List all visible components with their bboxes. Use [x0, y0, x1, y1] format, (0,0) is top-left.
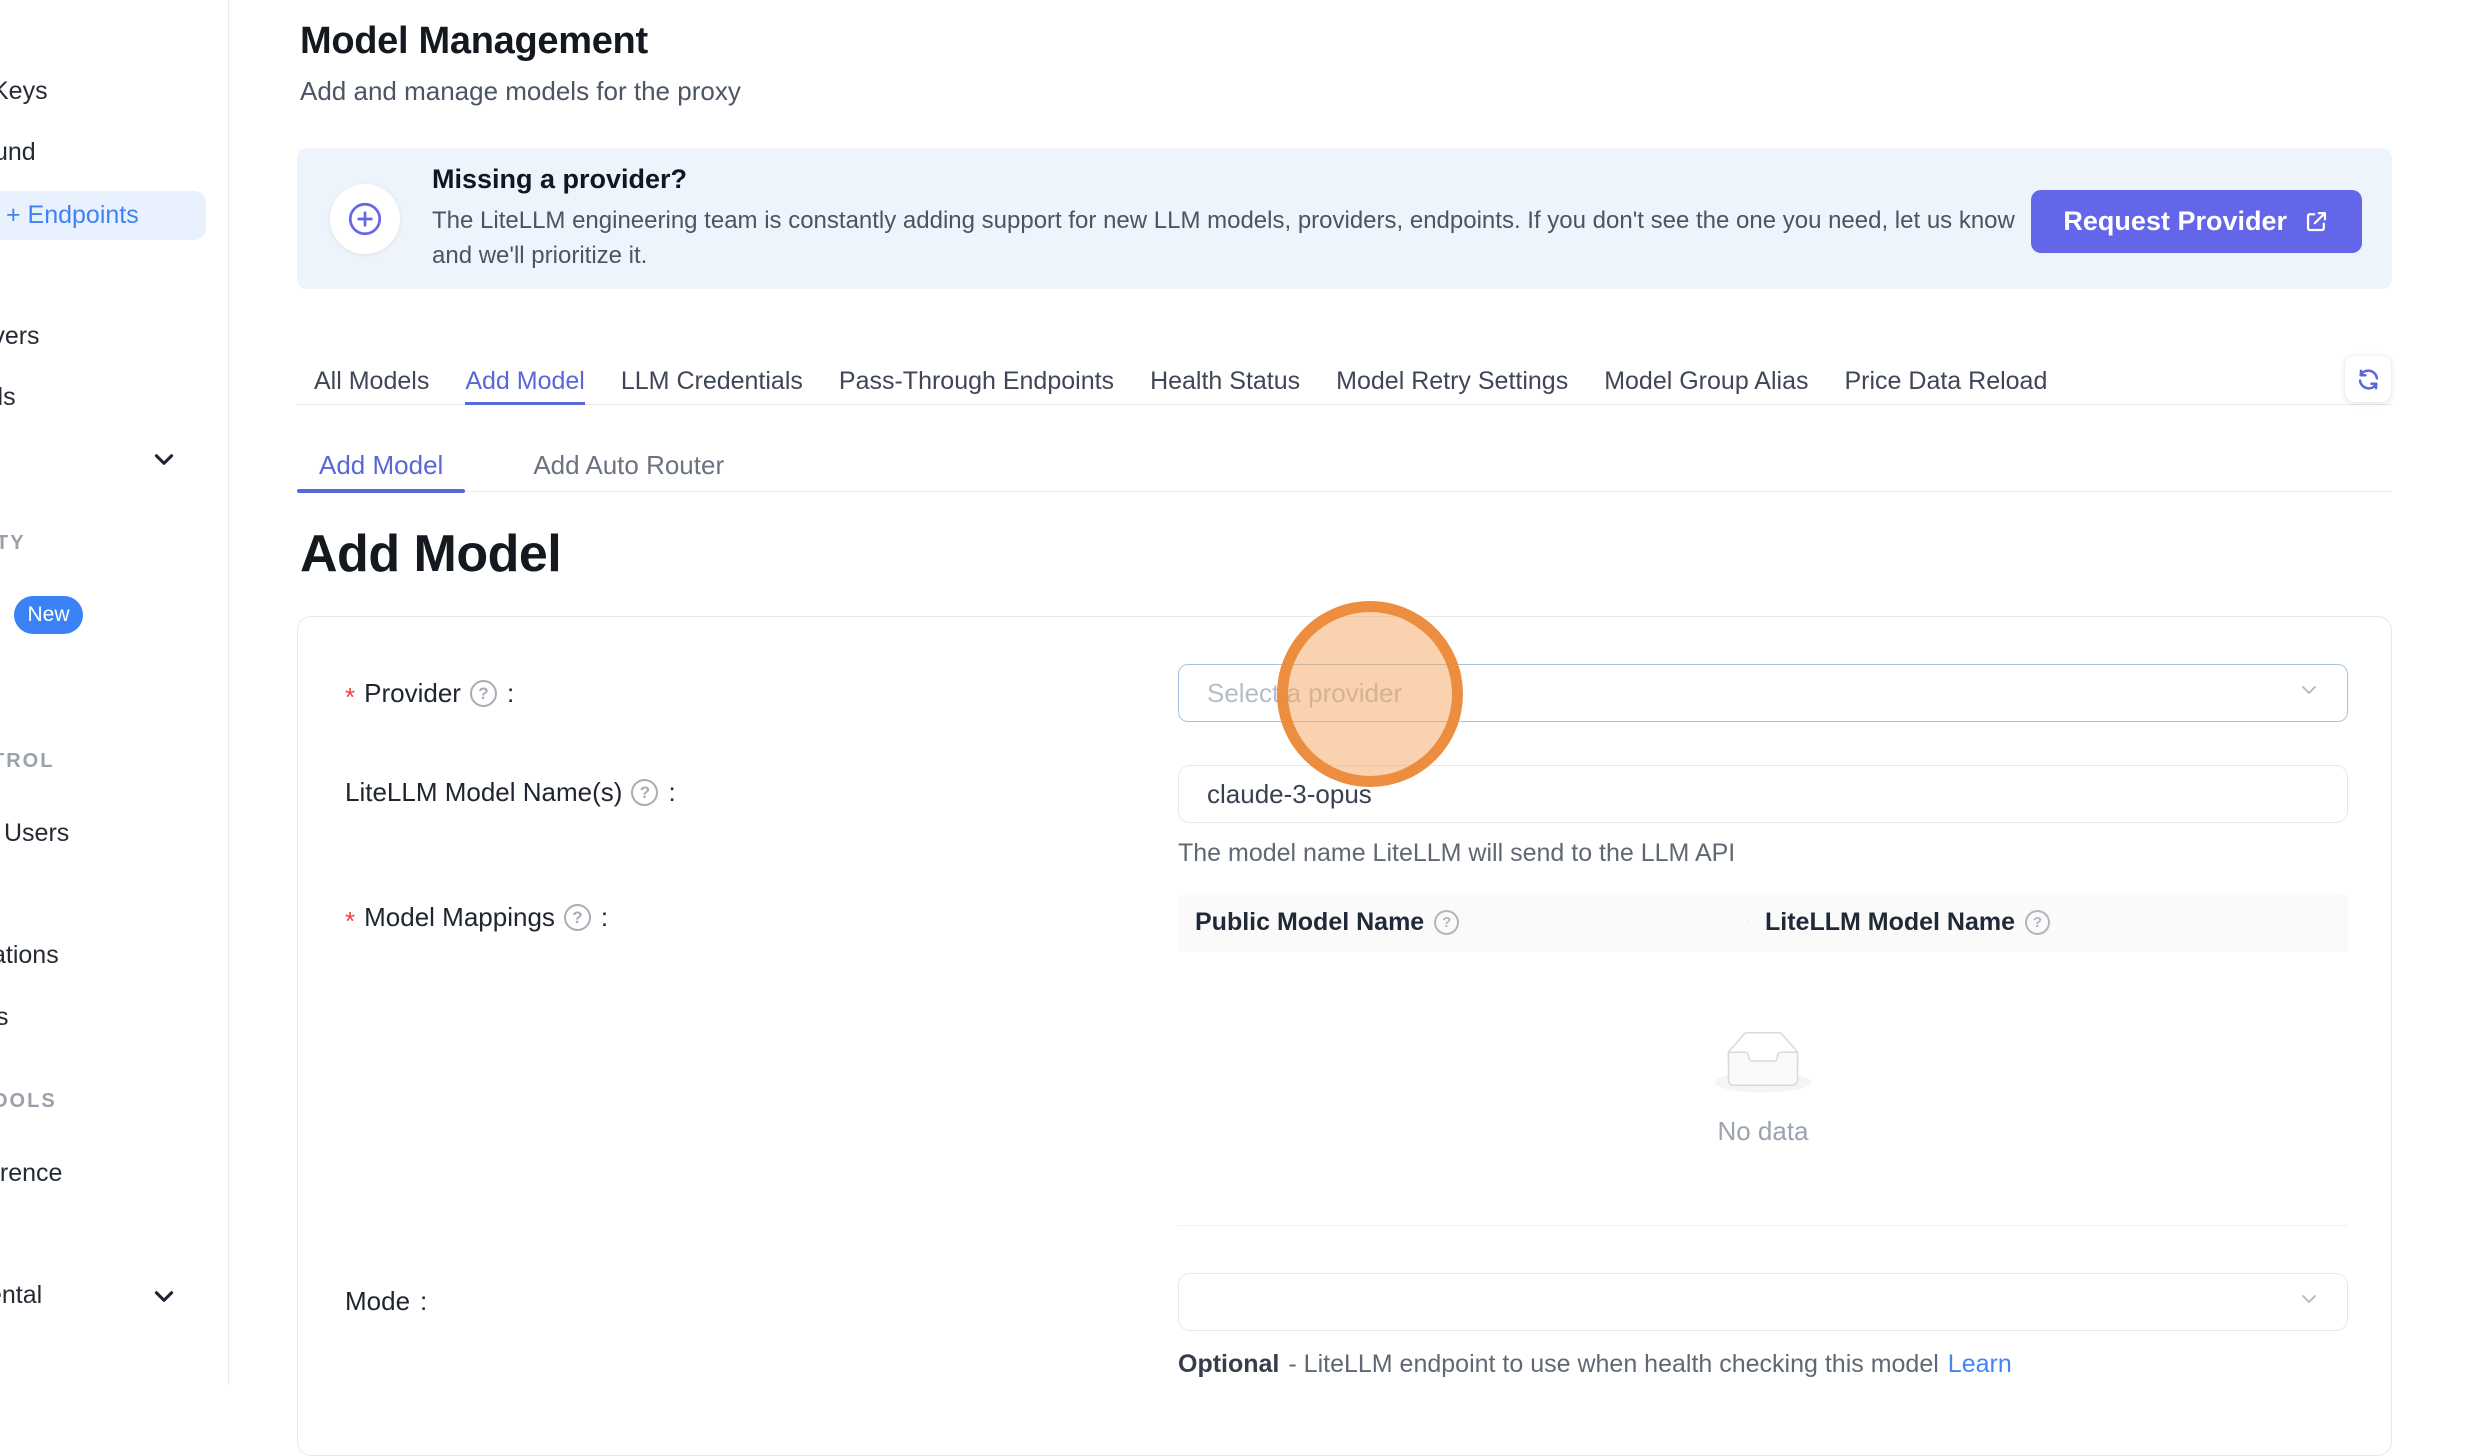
no-data-text: No data [1717, 1116, 1808, 1147]
label-colon: : [668, 777, 675, 808]
label-colon: : [601, 902, 608, 933]
page-title: Model Management [300, 20, 648, 63]
mode-label-text: Mode [345, 1286, 410, 1317]
page-subtitle: Add and manage models for the proxy [300, 76, 741, 107]
column-label: LiteLLM Model Name [1765, 908, 2015, 937]
add-model-form-card: * Provider ? : Select a provider LiteLLM… [297, 616, 2392, 1456]
sidebar-section-label-1: TY [0, 532, 26, 555]
tab-llm-credentials[interactable]: LLM Credentials [621, 360, 803, 404]
provider-label: * Provider ? : [345, 678, 514, 709]
subtab-add-auto-router[interactable]: Add Auto Router [511, 442, 746, 491]
sidebar-item-endpoints-label: + Endpoints [6, 191, 139, 240]
required-asterisk: * [345, 906, 355, 937]
sidebar-chevron-down-icon[interactable] [151, 446, 177, 472]
sidebar-item-users[interactable]: Users [4, 819, 69, 848]
sidebar: Keys und + Endpoints rvers ils TY New TR… [0, 0, 229, 1385]
mode-label: Mode : [345, 1286, 427, 1317]
label-colon: : [420, 1286, 427, 1317]
refresh-button[interactable] [2345, 356, 2391, 402]
sidebar-item-experimental[interactable]: ental [0, 1281, 42, 1310]
help-icon[interactable]: ? [1434, 910, 1459, 935]
banner-title: Missing a provider? [432, 164, 2022, 195]
chevron-down-icon [2297, 1287, 2321, 1318]
add-model-heading: Add Model [300, 524, 561, 584]
provider-placeholder: Select a provider [1207, 678, 1402, 709]
plus-circle-icon [330, 184, 400, 254]
tab-pass-through-endpoints[interactable]: Pass-Through Endpoints [839, 360, 1114, 404]
refresh-icon [2355, 366, 2382, 393]
mode-helper: Optional - LiteLLM endpoint to use when … [1178, 1350, 2012, 1379]
sidebar-chevron-down-icon-2[interactable] [151, 1283, 177, 1309]
column-label: Public Model Name [1195, 908, 1424, 937]
column-public-model-name: Public Model Name ? [1178, 908, 1748, 937]
model-tabs: All Models Add Model LLM Credentials Pas… [297, 360, 2392, 405]
tab-health-status[interactable]: Health Status [1150, 360, 1300, 404]
mode-select[interactable] [1178, 1273, 2348, 1331]
model-name-input[interactable]: claude-3-opus [1178, 765, 2348, 823]
model-name-label: LiteLLM Model Name(s) ? : [345, 777, 676, 808]
request-provider-button[interactable]: Request Provider [2031, 190, 2362, 253]
label-colon: : [507, 678, 514, 709]
sidebar-item-inference[interactable]: erence [0, 1159, 62, 1188]
provider-select[interactable]: Select a provider [1178, 664, 2348, 722]
help-icon[interactable]: ? [631, 779, 658, 806]
sidebar-section-label-3: OOLS [0, 1090, 57, 1113]
learn-link[interactable]: Learn [1948, 1350, 2012, 1379]
sidebar-item-teams[interactable]: s [0, 1003, 9, 1032]
empty-inbox-icon [1715, 1031, 1811, 1098]
sidebar-item-guardrails[interactable]: ils [0, 383, 16, 412]
add-model-subtabs: Add Model Add Auto Router [297, 442, 2392, 492]
sidebar-item-organizations[interactable]: ations [0, 941, 59, 970]
model-name-value: claude-3-opus [1207, 779, 1372, 810]
help-icon[interactable]: ? [2025, 910, 2050, 935]
external-link-icon [2303, 208, 2330, 235]
sidebar-item-servers[interactable]: rvers [0, 322, 40, 351]
tab-add-model[interactable]: Add Model [465, 360, 585, 404]
mappings-table-header: Public Model Name ? LiteLLM Model Name ? [1178, 893, 2348, 952]
sidebar-item-playground[interactable]: und [0, 138, 36, 167]
tab-all-models[interactable]: All Models [314, 360, 429, 404]
missing-provider-banner: Missing a provider? The LiteLLM engineer… [297, 148, 2392, 289]
help-icon[interactable]: ? [564, 904, 591, 931]
mode-helper-bold: Optional [1178, 1350, 1279, 1379]
tab-price-data-reload[interactable]: Price Data Reload [1844, 360, 2047, 404]
required-asterisk: * [345, 682, 355, 713]
banner-body: The LiteLLM engineering team is constant… [432, 204, 2022, 272]
new-badge: New [14, 596, 83, 634]
mode-helper-text: - LiteLLM endpoint to use when health ch… [1288, 1350, 1938, 1379]
model-mappings-table: Public Model Name ? LiteLLM Model Name ?… [1178, 893, 2348, 1226]
sidebar-item-keys[interactable]: Keys [0, 77, 48, 106]
tab-model-group-alias[interactable]: Model Group Alias [1604, 360, 1808, 404]
sidebar-section-label-2: TROL [0, 750, 54, 773]
mappings-empty-state: No data [1178, 952, 2348, 1226]
model-name-label-text: LiteLLM Model Name(s) [345, 777, 622, 808]
column-litellm-model-name: LiteLLM Model Name ? [1748, 908, 2348, 937]
request-provider-label: Request Provider [2063, 206, 2287, 237]
model-mappings-label: * Model Mappings ? : [345, 902, 608, 933]
sidebar-item-models-endpoints-active[interactable]: + Endpoints [0, 191, 206, 240]
tab-model-retry-settings[interactable]: Model Retry Settings [1336, 360, 1568, 404]
subtab-add-model[interactable]: Add Model [297, 442, 465, 491]
model-name-helper: The model name LiteLLM will send to the … [1178, 839, 1735, 868]
chevron-down-icon [2297, 678, 2321, 709]
model-mappings-label-text: Model Mappings [364, 902, 555, 933]
provider-label-text: Provider [364, 678, 461, 709]
help-icon[interactable]: ? [470, 680, 497, 707]
